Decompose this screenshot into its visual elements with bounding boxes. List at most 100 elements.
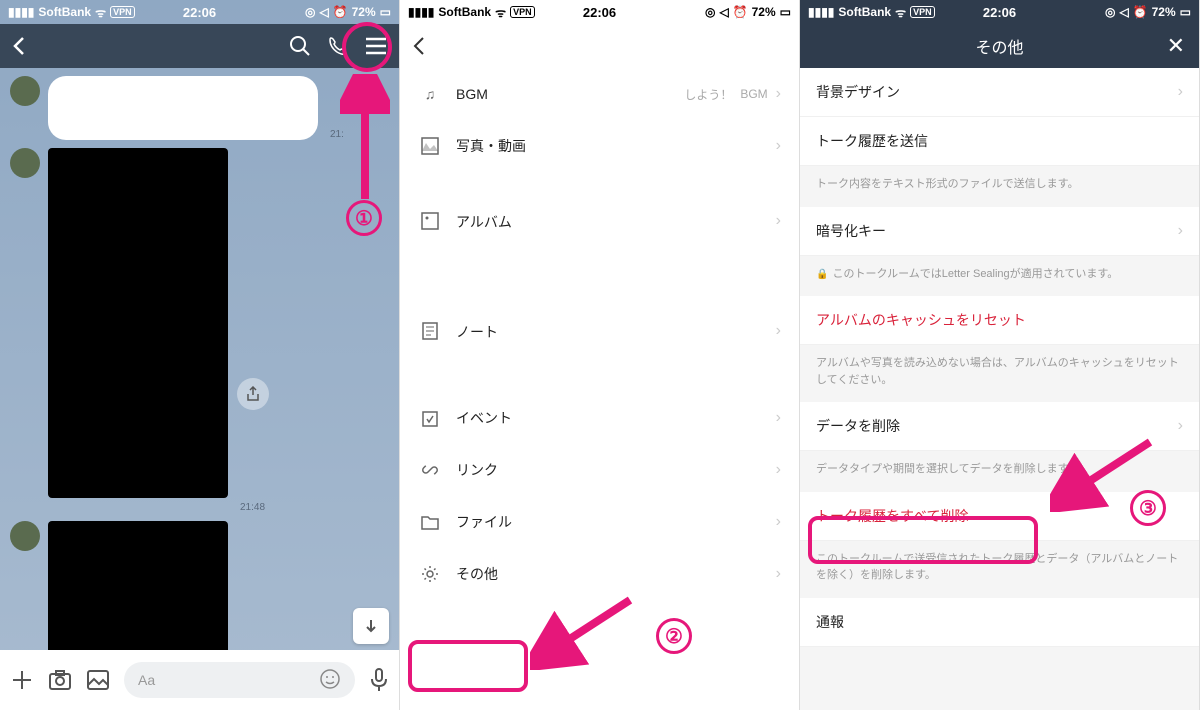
chevron-right-icon: › xyxy=(776,212,781,230)
menu-header xyxy=(400,24,799,68)
menu-item-album[interactable]: アルバム › xyxy=(400,172,799,282)
message-row: 21: xyxy=(10,76,389,140)
image-icon[interactable] xyxy=(86,669,110,691)
row-desc: トーク内容をテキスト形式のファイルで送信します。 xyxy=(800,166,1199,207)
gear-icon xyxy=(418,565,442,583)
row-desc: このトークルームで送受信されたトーク履歴とデータ（アルバムとノートを除く）を削除… xyxy=(800,541,1199,598)
close-icon[interactable]: ✕ xyxy=(1167,33,1185,59)
menu-label: リンク xyxy=(456,460,776,480)
menu-label: ノート xyxy=(456,322,776,342)
row-label: データを削除 xyxy=(816,416,900,436)
settings-header: その他 ✕ xyxy=(800,24,1199,68)
row-report[interactable]: 通報 xyxy=(800,598,1199,647)
battery-icon: ▭ xyxy=(780,5,791,19)
row-label: トーク履歴を送信 xyxy=(816,131,928,151)
row-bg-design[interactable]: 背景デザイン › xyxy=(800,68,1199,117)
row-send-history[interactable]: トーク履歴を送信 xyxy=(800,117,1199,166)
location-icon: ◁ xyxy=(1119,5,1128,19)
menu-item-link[interactable]: リンク › xyxy=(400,444,799,496)
battery-label: 72% xyxy=(1152,5,1176,19)
row-label: トーク履歴をすべて削除 xyxy=(816,506,968,526)
message-bubble[interactable] xyxy=(48,76,318,140)
menu-label: 写真・動画 xyxy=(456,136,776,156)
music-icon: ♫ xyxy=(418,86,442,102)
menu-label: イベント xyxy=(456,408,776,428)
chevron-right-icon: › xyxy=(776,409,781,427)
share-button[interactable] xyxy=(237,378,269,410)
compass-icon: ◎ xyxy=(1105,5,1115,19)
message-row xyxy=(10,148,389,498)
back-icon[interactable] xyxy=(412,36,426,56)
row-delete-data[interactable]: データを削除 › xyxy=(800,402,1199,451)
message-image[interactable] xyxy=(48,148,228,498)
chat-panel: ▮▮▮▮ SoftBank ᯤ VPN 22:06 ◎ ◁ ⏰ 72% ▭ 21… xyxy=(0,0,400,710)
signal-icon: ▮▮▮▮ xyxy=(808,5,834,19)
folder-icon xyxy=(418,514,442,530)
timestamp: 21: xyxy=(330,129,344,140)
clock: 22:06 xyxy=(583,5,616,20)
location-icon: ◁ xyxy=(719,5,728,19)
chat-body[interactable]: 21: 21:48 xyxy=(0,68,399,648)
emoji-icon[interactable] xyxy=(319,668,341,693)
mic-icon[interactable] xyxy=(369,667,389,693)
chevron-right-icon: › xyxy=(1178,417,1183,435)
alarm-icon: ⏰ xyxy=(333,5,348,19)
row-desc: データタイプや期間を選択してデータを削除します。 xyxy=(800,451,1199,492)
battery-label: 72% xyxy=(352,5,376,19)
chevron-right-icon: › xyxy=(776,322,781,340)
menu-label: その他 xyxy=(456,564,776,584)
link-icon xyxy=(418,461,442,479)
menu-label: BGM xyxy=(456,86,684,102)
menu-label: アルバム xyxy=(456,212,776,232)
row-album-reset[interactable]: アルバムのキャッシュをリセット xyxy=(800,296,1199,345)
back-icon[interactable] xyxy=(12,36,26,56)
chevron-right-icon: › xyxy=(1178,83,1183,101)
menu-item-bgm[interactable]: ♫ BGM しよう！ BGM › xyxy=(400,68,799,120)
row-label: 暗号化キー xyxy=(816,221,886,241)
row-desc: アルバムや写真を読み込めない場合は、アルバムのキャッシュをリセットしてください。 xyxy=(800,345,1199,402)
vpn-badge: VPN xyxy=(510,6,535,18)
calendar-icon xyxy=(418,409,442,427)
row-label: アルバムのキャッシュをリセット xyxy=(816,310,1026,330)
menu-item-file[interactable]: ファイル › xyxy=(400,496,799,548)
menu-item-note[interactable]: ノート › xyxy=(400,282,799,392)
chat-header xyxy=(0,24,399,68)
chevron-right-icon: › xyxy=(776,137,781,155)
signal-icon: ▮▮▮▮ xyxy=(408,5,434,19)
message-input[interactable]: Aa xyxy=(124,662,355,698)
message-image[interactable] xyxy=(48,521,228,661)
message-row xyxy=(10,521,389,661)
menu-item-event[interactable]: イベント › xyxy=(400,392,799,444)
status-bar: ▮▮▮▮ SoftBank ᯤ VPN 22:06 ◎ ◁ ⏰ 72% ▭ xyxy=(0,0,399,24)
signal-icon: ▮▮▮▮ xyxy=(8,5,34,19)
search-icon[interactable] xyxy=(289,35,311,57)
location-icon: ◁ xyxy=(319,5,328,19)
battery-label: 72% xyxy=(752,5,776,19)
annotation-number: ① xyxy=(346,200,382,236)
annotation-number: ② xyxy=(656,618,692,654)
menu-icon[interactable] xyxy=(365,37,387,55)
call-icon[interactable] xyxy=(327,35,349,57)
menu-list: ♫ BGM しよう！ BGM › 写真・動画 › アルバム › ノート › イベ… xyxy=(400,68,799,600)
menu-item-photo[interactable]: 写真・動画 › xyxy=(400,120,799,172)
plus-icon[interactable] xyxy=(10,668,34,692)
chevron-right-icon: › xyxy=(776,85,781,103)
battery-icon: ▭ xyxy=(1180,5,1191,19)
avatar[interactable] xyxy=(10,76,40,106)
annotation-arrow xyxy=(530,590,640,670)
menu-extra: BGM xyxy=(740,87,767,101)
status-bar: ▮▮▮▮ SoftBank ᯤ VPN 22:06 ◎ ◁ ⏰ 72% ▭ xyxy=(400,0,799,24)
chevron-right-icon: › xyxy=(1178,222,1183,240)
clock: 22:06 xyxy=(983,5,1016,20)
avatar[interactable] xyxy=(10,148,40,178)
menu-item-other[interactable]: その他 › xyxy=(400,548,799,600)
carrier-label: SoftBank xyxy=(438,5,491,19)
settings-panel: ▮▮▮▮ SoftBank ᯤ VPN 22:06 ◎ ◁ ⏰ 72% ▭ その… xyxy=(800,0,1200,710)
chevron-right-icon: › xyxy=(776,461,781,479)
camera-icon[interactable] xyxy=(48,669,72,691)
row-encryption[interactable]: 暗号化キー › xyxy=(800,207,1199,256)
avatar[interactable] xyxy=(10,521,40,551)
scroll-down-button[interactable] xyxy=(353,608,389,644)
note-icon xyxy=(418,322,442,340)
battery-icon: ▭ xyxy=(380,5,391,19)
